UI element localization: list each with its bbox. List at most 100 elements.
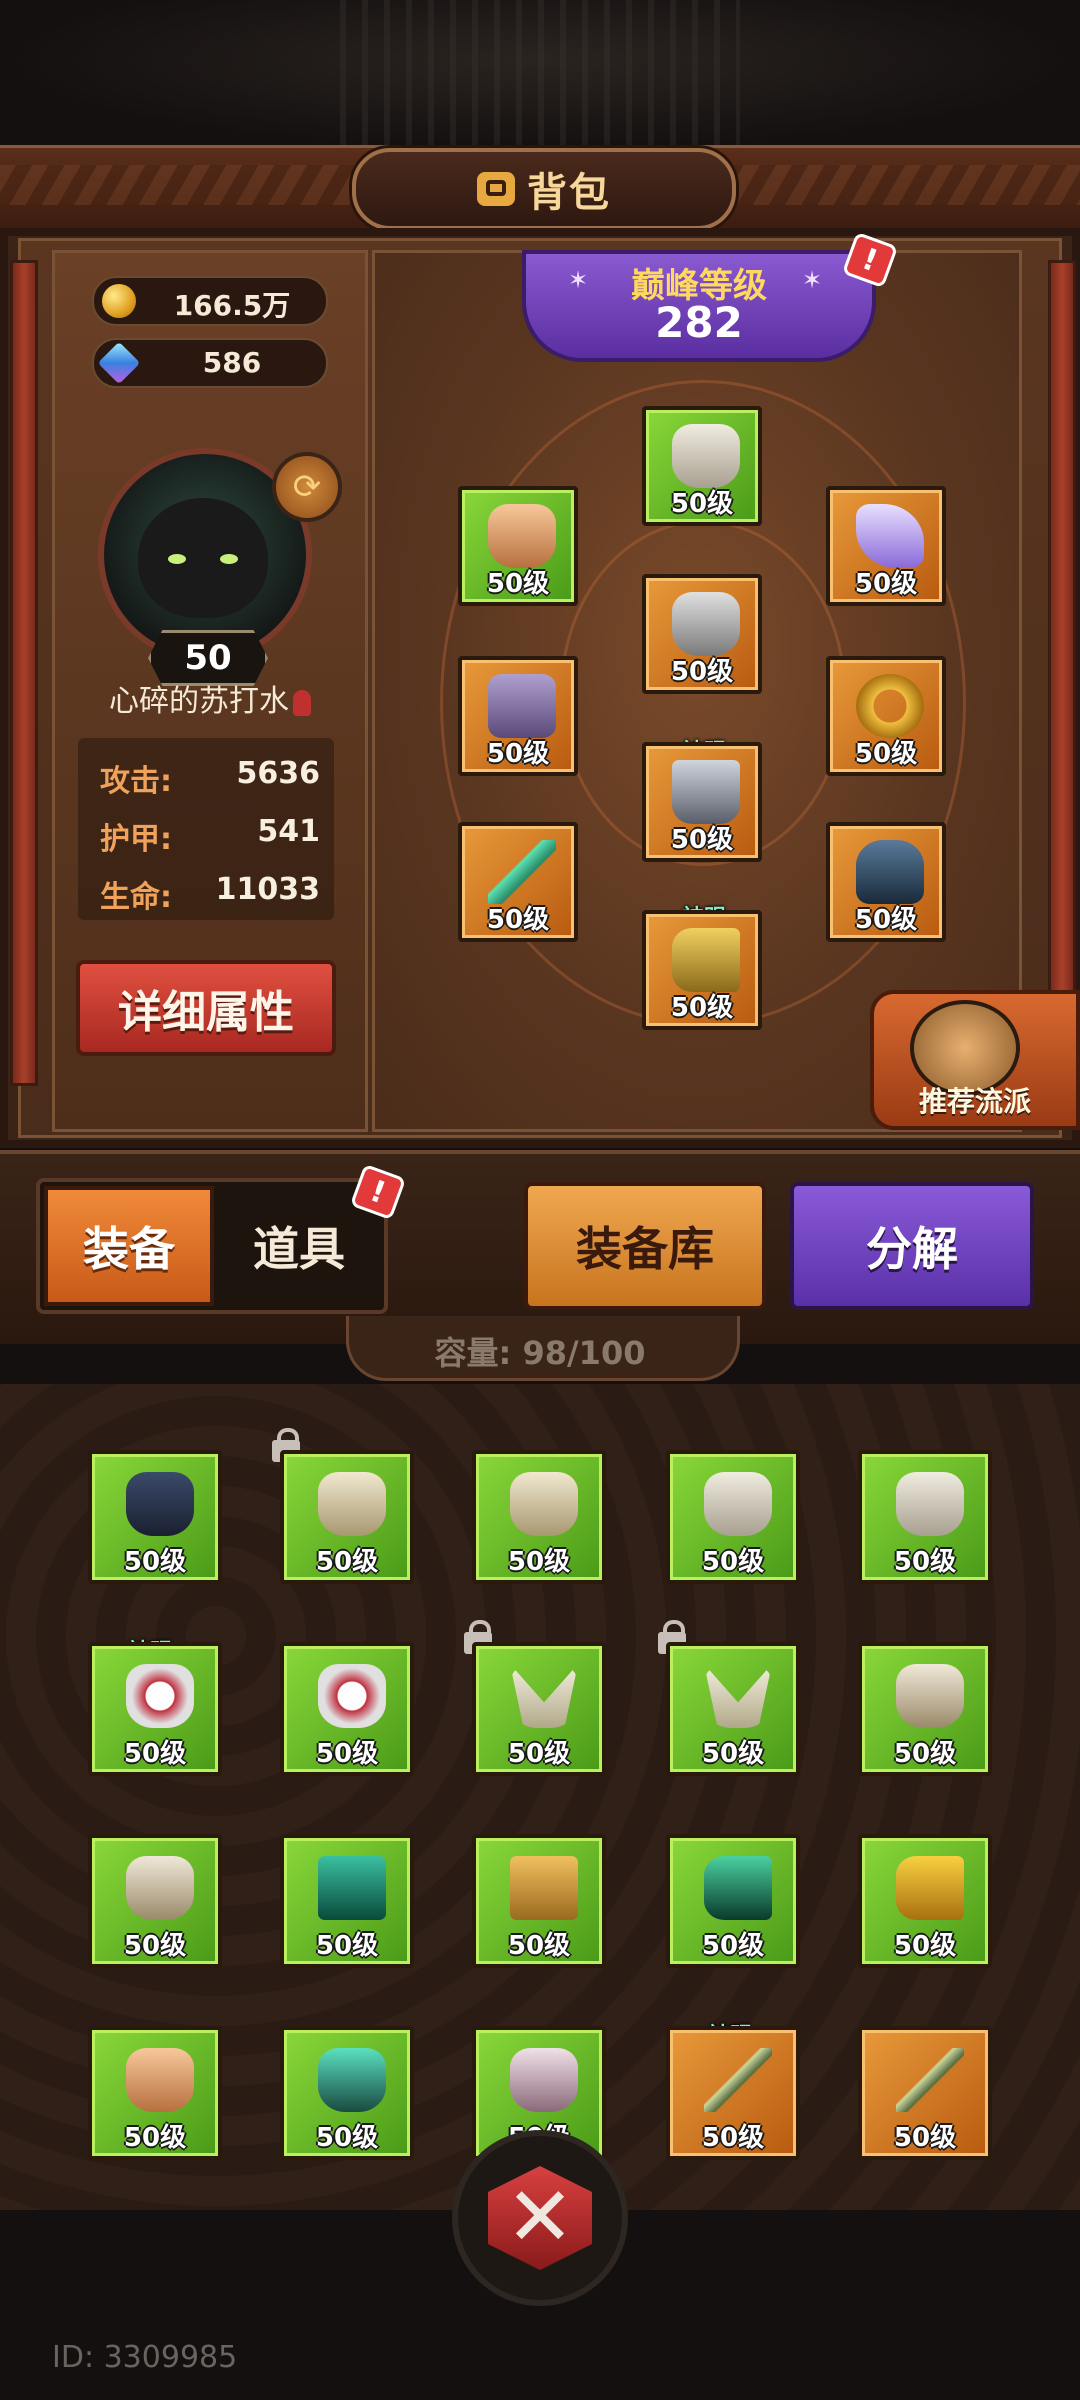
bag-item[interactable]: 50级: [472, 1642, 606, 1776]
bronze-helmet-icon: [488, 504, 556, 568]
tab-equipment[interactable]: 装备: [44, 1186, 214, 1306]
stat-label: 攻击:: [100, 764, 172, 799]
bag-item[interactable]: 50级: [472, 1834, 606, 1968]
avatar-eye-left: [168, 554, 186, 564]
gauntlet-icon: [896, 1664, 964, 1728]
equip-slot-boots[interactable]: 50级: [642, 910, 762, 1030]
equip-slot-accessory[interactable]: 50级: [826, 822, 946, 942]
item-level: 50级: [315, 2123, 379, 2153]
bag-item[interactable]: 50级: [88, 2026, 222, 2160]
sword-icon: [488, 840, 556, 904]
backpack-icon: [477, 172, 515, 206]
equip-slot-necklace[interactable]: 50级: [826, 486, 946, 606]
bag-item[interactable]: 50级: [280, 1642, 414, 1776]
equip-slot-weapon[interactable]: 50级: [458, 822, 578, 942]
item-level: 50级: [893, 1739, 957, 1769]
bronze-helmet-icon: [126, 2048, 194, 2112]
boots-icon: [672, 928, 740, 992]
bag-item[interactable]: 50级: [280, 1834, 414, 1968]
item-level: 50级: [486, 739, 550, 769]
equip-slot-pants[interactable]: 50级: [642, 742, 762, 862]
decompose-button[interactable]: 分解: [790, 1182, 1034, 1310]
stat-value: 11033: [215, 872, 320, 907]
stat-value: 541: [257, 814, 320, 849]
item-level: 50级: [670, 489, 734, 519]
item-level: 50级: [670, 993, 734, 1023]
item-level: 50级: [701, 1547, 765, 1577]
page-title: 背包: [527, 170, 611, 216]
robe-icon: [318, 1472, 386, 1536]
gold-counter: 166.5万: [92, 276, 328, 326]
equip-slot-gloves[interactable]: 50级: [458, 656, 578, 776]
equipment-warehouse-button[interactable]: 装备库: [524, 1182, 766, 1310]
bag-item[interactable]: 50级: [88, 1450, 222, 1584]
bandage-helm-icon: [704, 1472, 772, 1536]
bag-item[interactable]: 50级: [858, 1642, 992, 1776]
player-name[interactable]: 心碎的苏打水: [62, 678, 358, 726]
bag-item[interactable]: 50级: [666, 2026, 800, 2160]
equip-slot-ring[interactable]: 50级: [826, 656, 946, 776]
suit-jacket-icon: [126, 1472, 194, 1536]
bag-item[interactable]: 50级: [858, 2026, 992, 2160]
equip-slot-armor[interactable]: 50级: [642, 574, 762, 694]
gauntlet-icon: [488, 674, 556, 738]
gold-coin-icon: [102, 284, 136, 318]
bag-item[interactable]: 50级: [88, 1834, 222, 1968]
player-id: ID: 3309985: [52, 2340, 238, 2375]
bag-item[interactable]: 50级: [858, 1834, 992, 1968]
bag-item[interactable]: 50级: [666, 1642, 800, 1776]
scepter-icon: [704, 2048, 772, 2112]
horned-mask-icon: [510, 1664, 578, 1728]
refresh-icon: ⟳: [292, 467, 322, 507]
stat-label: 护甲:: [100, 822, 172, 857]
bag-item[interactable]: 50级: [666, 1834, 800, 1968]
item-level: 50级: [123, 1931, 187, 1961]
gem-icon: [97, 341, 141, 385]
stat-value: 5636: [236, 756, 321, 791]
bag-item[interactable]: 50级: [666, 1450, 800, 1584]
equip-slot-helmet[interactable]: 50级: [458, 486, 578, 606]
bag-item[interactable]: 50级: [472, 1450, 606, 1584]
item-level: 50级: [507, 1739, 571, 1769]
ring-icon: [856, 674, 924, 738]
horned-mask-icon: [704, 1664, 772, 1728]
recommend-build-label: 推荐流派: [918, 1085, 1031, 1118]
item-level: 50级: [123, 2123, 187, 2153]
item-level: 50级: [854, 569, 918, 599]
bag-item[interactable]: 50级: [858, 1450, 992, 1584]
skull-mask-icon: [318, 1664, 386, 1728]
teal-pants-icon: [318, 1856, 386, 1920]
bag-item[interactable]: 50级: [280, 1450, 414, 1584]
teal-helmet-icon: [318, 2048, 386, 2112]
item-level: 50级: [123, 1739, 187, 1769]
bag-item[interactable]: 50级: [88, 1642, 222, 1776]
bag-item[interactable]: 50级: [280, 2026, 414, 2160]
item-level: 50级: [315, 1547, 379, 1577]
silver-helmet-icon: [510, 2048, 578, 2112]
title-plate: 背包: [352, 148, 736, 230]
item-level: 50级: [893, 2123, 957, 2153]
stat-attack: 攻击: 5636: [100, 748, 321, 799]
player-name-text: 心碎的苏打水: [109, 684, 289, 719]
frame-pillar-right: [1048, 260, 1076, 1086]
gem-counter: 586: [92, 338, 328, 388]
scepter-icon: [896, 2048, 964, 2112]
item-level: 50级: [893, 1547, 957, 1577]
amulet-icon: [856, 504, 924, 568]
robe-icon: [510, 1472, 578, 1536]
item-level: 50级: [701, 2123, 765, 2153]
item-level: 50级: [701, 1739, 765, 1769]
stat-label: 生命:: [100, 880, 172, 915]
equip-slot-head[interactable]: 50级: [642, 406, 762, 526]
skull-mask-icon: [126, 1664, 194, 1728]
swap-avatar-button[interactable]: ⟳: [272, 452, 342, 522]
item-level: 50级: [507, 1931, 571, 1961]
item-level: 50级: [123, 1547, 187, 1577]
stat-health: 生命: 11033: [100, 864, 320, 915]
gender-icon: [293, 689, 311, 716]
plate-armor-icon: [672, 592, 740, 656]
detail-attributes-button[interactable]: 详细属性: [76, 960, 336, 1056]
gold-amount: 166.5万: [173, 289, 291, 322]
gauntlet-icon: [126, 1856, 194, 1920]
item-level: 50级: [701, 1931, 765, 1961]
